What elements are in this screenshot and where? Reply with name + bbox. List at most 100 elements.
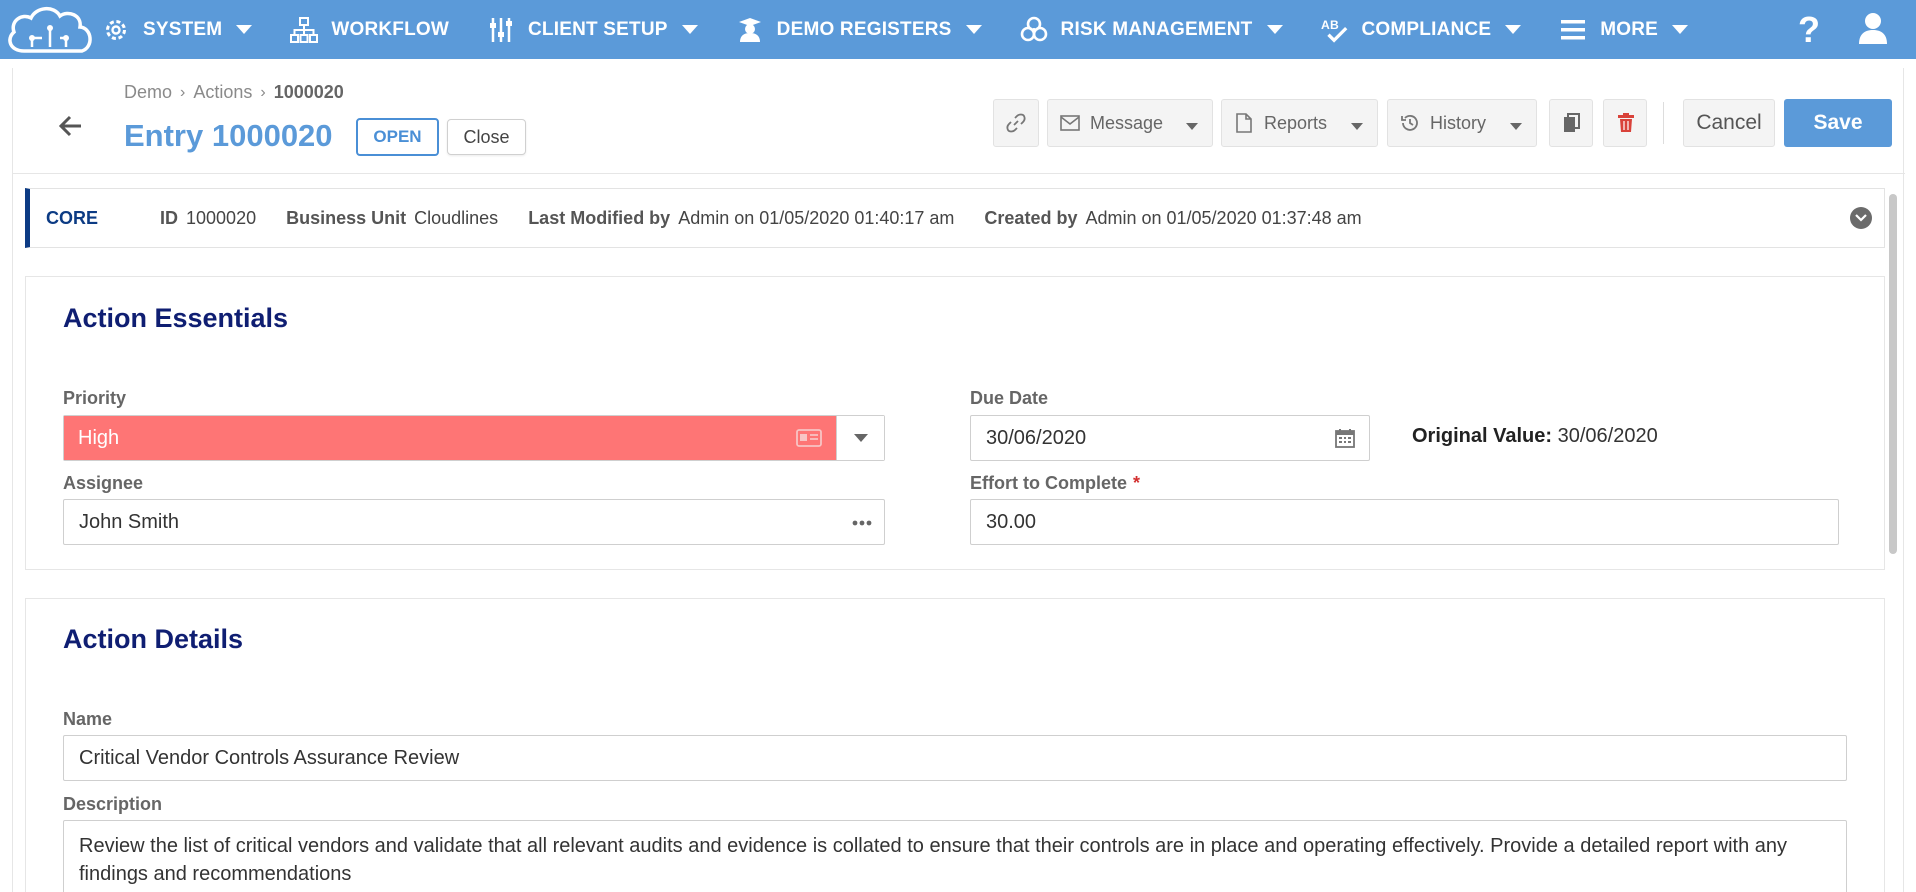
nav-demo-registers[interactable]: DEMO REGISTERS <box>736 0 982 59</box>
nav-system-label: SYSTEM <box>143 18 223 40</box>
message-button[interactable]: Message <box>1047 99 1213 147</box>
last-modified-value: Admin on 01/05/2020 01:40:17 am <box>678 207 955 228</box>
section-title: Action Essentials <box>63 303 289 333</box>
name-label: Name <box>63 709 113 729</box>
menu-icon <box>1559 16 1587 44</box>
description-field[interactable]: Review the list of critical vendors and … <box>63 820 1847 892</box>
nav-risk-management-label: RISK MANAGEMENT <box>1060 18 1253 40</box>
nav-risk-management[interactable]: RISK MANAGEMENT <box>1020 0 1283 59</box>
nav-workflow-label: WORKFLOW <box>331 18 450 40</box>
chevron-down-icon <box>236 25 253 34</box>
link-icon <box>1006 113 1026 133</box>
section-title: Action Details <box>63 624 244 654</box>
chevron-down-icon <box>1351 123 1363 130</box>
reports-label: Reports <box>1264 112 1328 133</box>
effort-value: 30.00 <box>986 510 1037 533</box>
breadcrumb-demo[interactable]: Demo <box>124 82 172 103</box>
chevron-right-icon: › <box>260 83 266 101</box>
help-icon[interactable]: ? <box>1798 9 1820 51</box>
nav-compliance[interactable]: AB COMPLIANCE <box>1321 0 1522 59</box>
business-unit-label: Business Unit <box>286 207 407 228</box>
nav-compliance-label: COMPLIANCE <box>1361 18 1492 40</box>
nav-client-setup[interactable]: CLIENT SETUP <box>487 0 698 59</box>
scrollbar[interactable] <box>1889 194 1897 554</box>
close-status-button[interactable]: Close <box>447 119 526 155</box>
action-details-section: Action Details Name Critical Vendor Cont… <box>25 598 1885 892</box>
toolbar-divider <box>1663 102 1664 144</box>
breadcrumb: Demo › Actions › 1000020 <box>124 82 344 103</box>
nav-right: ? <box>1798 0 1916 59</box>
action-essentials-section: Action Essentials Priority High Assignee… <box>25 276 1885 570</box>
calendar-icon[interactable] <box>1335 428 1355 454</box>
priority-select[interactable]: High <box>63 415 885 461</box>
due-date-label: Due Date <box>970 388 1049 408</box>
biohazard-icon <box>1020 16 1048 44</box>
history-button[interactable]: History <box>1387 99 1537 147</box>
cloud-logo-icon[interactable] <box>0 0 102 59</box>
graduate-icon <box>736 16 764 44</box>
delete-button[interactable] <box>1603 99 1647 147</box>
assignee-field[interactable]: John Smith <box>63 499 885 545</box>
back-arrow-icon[interactable] <box>57 112 85 140</box>
original-value: Original Value: 30/06/2020 <box>1412 425 1658 448</box>
envelope-icon <box>1060 113 1080 133</box>
user-icon[interactable] <box>1858 12 1894 48</box>
chevron-down-icon <box>965 25 982 34</box>
page-title: Entry 1000020 <box>124 118 333 153</box>
name-field[interactable]: Critical Vendor Controls Assurance Revie… <box>63 735 1847 781</box>
original-value-text: 30/06/2020 <box>1557 425 1658 447</box>
core-info-bar: CORE ID 1000020 Business Unit Cloudlines… <box>25 188 1885 248</box>
nav-client-setup-label: CLIENT SETUP <box>528 18 668 40</box>
expand-toggle-icon[interactable] <box>1850 207 1872 229</box>
sitemap-icon <box>290 16 319 44</box>
chevron-right-icon: › <box>180 83 186 101</box>
chevron-down-icon <box>681 25 698 34</box>
priority-value-area: High <box>64 416 837 460</box>
gear-icon <box>102 16 130 44</box>
original-value-label: Original Value: <box>1412 425 1553 447</box>
effort-field[interactable]: 30.00 <box>970 499 1839 545</box>
assignee-value: John Smith <box>79 510 180 533</box>
breadcrumb-current: 1000020 <box>273 82 344 102</box>
id-value: 1000020 <box>186 207 257 228</box>
link-button[interactable] <box>993 99 1039 147</box>
copy-button[interactable] <box>1549 99 1593 147</box>
nav-system[interactable]: SYSTEM <box>102 0 253 59</box>
sliders-icon <box>487 16 515 44</box>
priority-dropdown-toggle[interactable] <box>836 416 884 460</box>
chevron-down-icon <box>1672 25 1689 34</box>
priority-label: Priority <box>63 388 127 408</box>
business-unit-value: Cloudlines <box>414 207 499 228</box>
more-dots-icon[interactable] <box>852 514 872 537</box>
chevron-down-icon <box>1186 123 1198 130</box>
effort-label: Effort to Complete * <box>970 473 1140 494</box>
nav-workflow[interactable]: WORKFLOW <box>290 0 449 59</box>
cancel-button[interactable]: Cancel <box>1683 99 1775 147</box>
message-label: Message <box>1090 112 1164 133</box>
content-area: Demo › Actions › 1000020 Entry 1000020 O… <box>12 68 1905 892</box>
chevron-down-icon <box>1510 123 1522 130</box>
history-label: History <box>1430 112 1487 133</box>
chevron-down-icon <box>1266 25 1283 34</box>
required-marker: * <box>1133 473 1141 493</box>
trash-icon <box>1616 113 1636 133</box>
priority-value: High <box>78 426 120 449</box>
breadcrumb-actions[interactable]: Actions <box>193 82 252 103</box>
effort-label-text: Effort to Complete <box>970 473 1127 493</box>
chevron-down-icon <box>853 434 868 442</box>
name-value: Critical Vendor Controls Assurance Revie… <box>79 746 460 769</box>
file-icon <box>1234 113 1254 133</box>
copy-icon <box>1562 113 1582 133</box>
due-date-field[interactable]: 30/06/2020 <box>970 415 1370 461</box>
description-label: Description <box>63 794 163 814</box>
save-button[interactable]: Save <box>1784 99 1892 147</box>
created-by-value: Admin on 01/05/2020 01:37:48 am <box>1085 207 1362 228</box>
status-badge[interactable]: OPEN <box>356 118 439 156</box>
core-label: CORE <box>46 207 99 228</box>
chevron-down-icon <box>1505 25 1522 34</box>
nav-demo-registers-label: DEMO REGISTERS <box>776 18 952 40</box>
reports-button[interactable]: Reports <box>1221 99 1378 147</box>
spellcheck-icon: AB <box>1321 16 1349 44</box>
nav-more[interactable]: MORE <box>1559 0 1689 59</box>
description-value: Review the list of critical vendors and … <box>79 835 1788 885</box>
